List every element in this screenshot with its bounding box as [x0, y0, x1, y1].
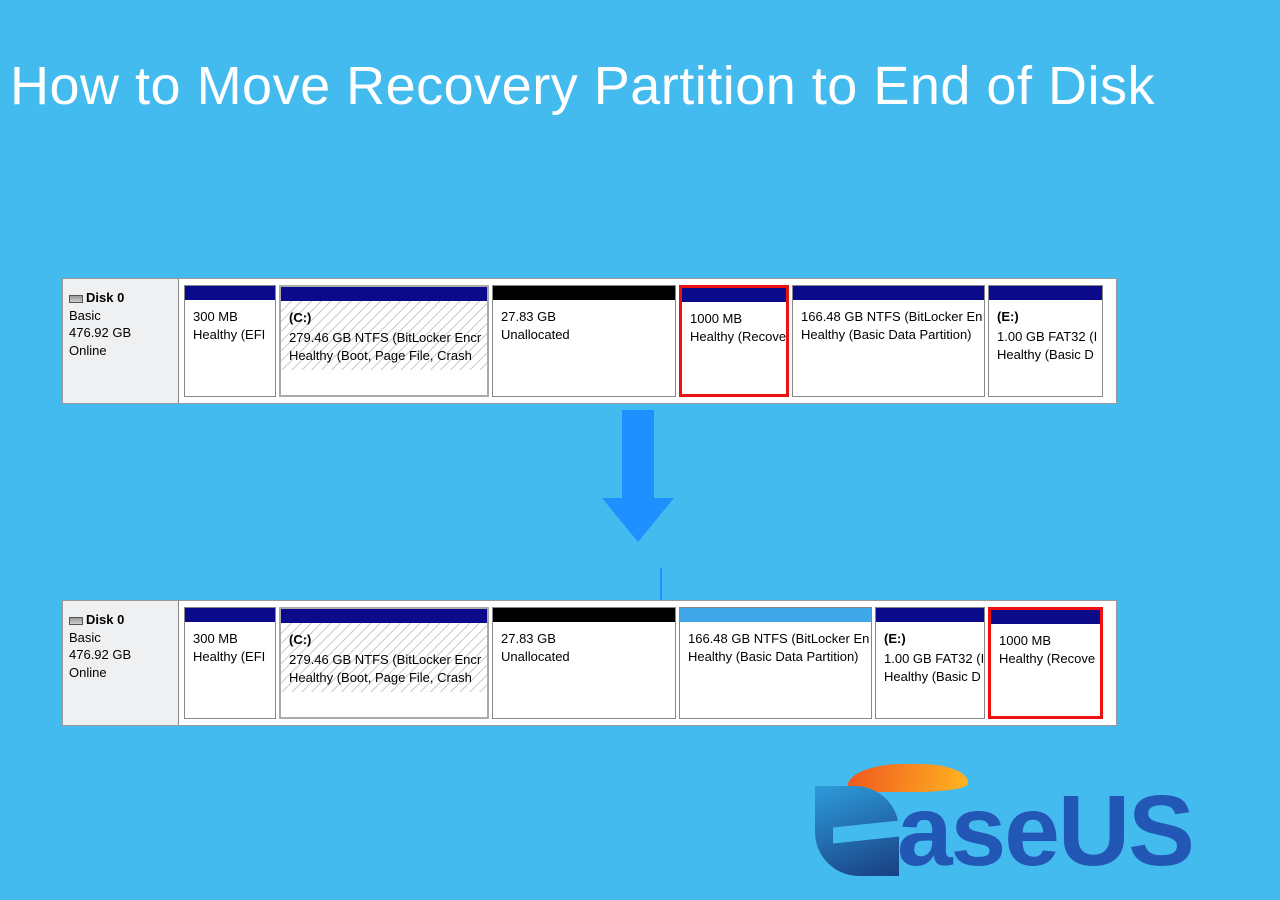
partition-color-bar — [989, 286, 1102, 300]
logo-text: aseUS — [897, 774, 1193, 889]
partition-block[interactable]: 27.83 GBUnallocated — [492, 285, 676, 397]
disk-panel-after: Disk 0 Basic 476.92 GB Online 300 MBHeal… — [62, 600, 1117, 726]
disk-type: Basic — [69, 307, 172, 325]
partition-size: 279.46 GB NTFS (BitLocker Encr — [289, 329, 481, 347]
partition-block[interactable]: (E:) 1.00 GB FAT32 (IHealthy (Basic D — [988, 285, 1103, 397]
partition-size: 1000 MB — [690, 310, 780, 328]
partition-status: Healthy (Recove — [690, 328, 780, 346]
partition-color-bar — [185, 286, 275, 300]
partition-info: 166.48 GB NTFS (BitLocker EnHealthy (Bas… — [793, 300, 984, 348]
partition-size: 300 MB — [193, 630, 269, 648]
partition-block[interactable]: 166.48 GB NTFS (BitLocker EnHealthy (Bas… — [679, 607, 872, 719]
partition-size: 166.48 GB NTFS (BitLocker En — [688, 630, 865, 648]
partition-info: 300 MBHealthy (EFI — [185, 300, 275, 348]
partition-status: Healthy (Basic D — [884, 668, 978, 686]
partition-letter: (C:) — [289, 309, 481, 327]
partition-status: Healthy (Basic D — [997, 346, 1096, 364]
disk-header: Disk 0 Basic 476.92 GB Online — [63, 601, 179, 725]
partition-status: Healthy (EFI — [193, 326, 269, 344]
partition-block[interactable]: 1000 MBHealthy (Recove — [679, 285, 789, 397]
partition-letter: (C:) — [289, 631, 481, 649]
partition-status: Healthy (Boot, Page File, Crash — [289, 669, 481, 687]
partition-info: 27.83 GBUnallocated — [493, 622, 675, 670]
disk-size: 476.92 GB — [69, 646, 172, 664]
partition-status: Healthy (Basic Data Partition) — [688, 648, 865, 666]
partition-block[interactable]: (E:) 1.00 GB FAT32 (IHealthy (Basic D — [875, 607, 985, 719]
partition-color-bar — [876, 608, 984, 622]
partition-track-before: 300 MBHealthy (EFI (C:) 279.46 GB NTFS (Bi… — [179, 285, 1110, 397]
divider-line — [660, 568, 662, 604]
partition-status: Healthy (EFI — [193, 648, 269, 666]
partition-info: (E:) 1.00 GB FAT32 (IHealthy (Basic D — [876, 622, 984, 691]
partition-size: 27.83 GB — [501, 630, 669, 648]
partition-block[interactable]: 27.83 GBUnallocated — [492, 607, 676, 719]
partition-block[interactable]: 300 MBHealthy (EFI — [184, 607, 276, 719]
disk-icon — [69, 295, 83, 303]
partition-color-bar — [281, 287, 487, 301]
disk-label: Disk 0 — [86, 612, 124, 627]
down-arrow-icon — [606, 410, 670, 550]
disk-panel-before: Disk 0 Basic 476.92 GB Online 300 MBHeal… — [62, 278, 1117, 404]
partition-track-after: 300 MBHealthy (EFI (C:) 279.46 GB NTFS (Bi… — [179, 607, 1110, 719]
partition-block[interactable]: (C:) 279.46 GB NTFS (BitLocker EncrHealth… — [279, 285, 489, 397]
partition-color-bar — [281, 609, 487, 623]
partition-size: 166.48 GB NTFS (BitLocker En — [801, 308, 978, 326]
partition-size: 1.00 GB FAT32 (I — [997, 328, 1096, 346]
disk-label: Disk 0 — [86, 290, 124, 305]
partition-color-bar — [793, 286, 984, 300]
partition-size: 1000 MB — [999, 632, 1094, 650]
partition-color-bar — [991, 610, 1100, 624]
logo-e-icon — [815, 786, 899, 876]
partition-info: (C:) 279.46 GB NTFS (BitLocker EncrHealth… — [281, 301, 487, 370]
partition-block[interactable]: 166.48 GB NTFS (BitLocker EnHealthy (Bas… — [792, 285, 985, 397]
disk-header: Disk 0 Basic 476.92 GB Online — [63, 279, 179, 403]
partition-color-bar — [680, 608, 871, 622]
disk-status: Online — [69, 342, 172, 360]
disk-type: Basic — [69, 629, 172, 647]
partition-color-bar — [493, 286, 675, 300]
partition-block[interactable]: 1000 MBHealthy (Recove — [988, 607, 1103, 719]
page-title: How to Move Recovery Partition to End of… — [0, 0, 1280, 117]
partition-info: (E:) 1.00 GB FAT32 (IHealthy (Basic D — [989, 300, 1102, 369]
partition-status: Healthy (Boot, Page File, Crash — [289, 347, 481, 365]
partition-color-bar — [185, 608, 275, 622]
partition-block[interactable]: (C:) 279.46 GB NTFS (BitLocker EncrHealth… — [279, 607, 489, 719]
partition-color-bar — [493, 608, 675, 622]
partition-info: 166.48 GB NTFS (BitLocker EnHealthy (Bas… — [680, 622, 871, 670]
partition-size: 300 MB — [193, 308, 269, 326]
disk-size: 476.92 GB — [69, 324, 172, 342]
disk-icon — [69, 617, 83, 625]
partition-letter: (E:) — [997, 308, 1096, 326]
partition-size: 27.83 GB — [501, 308, 669, 326]
easeus-logo: aseUS — [815, 756, 1275, 896]
partition-info: 1000 MBHealthy (Recove — [682, 302, 786, 350]
partition-info: (C:) 279.46 GB NTFS (BitLocker EncrHealth… — [281, 623, 487, 692]
partition-status: Unallocated — [501, 648, 669, 666]
partition-info: 27.83 GBUnallocated — [493, 300, 675, 348]
partition-info: 1000 MBHealthy (Recove — [991, 624, 1100, 672]
partition-letter: (E:) — [884, 630, 978, 648]
partition-color-bar — [682, 288, 786, 302]
partition-status: Healthy (Basic Data Partition) — [801, 326, 978, 344]
partition-size: 1.00 GB FAT32 (I — [884, 650, 978, 668]
partition-status: Unallocated — [501, 326, 669, 344]
disk-status: Online — [69, 664, 172, 682]
partition-block[interactable]: 300 MBHealthy (EFI — [184, 285, 276, 397]
partition-size: 279.46 GB NTFS (BitLocker Encr — [289, 651, 481, 669]
partition-status: Healthy (Recove — [999, 650, 1094, 668]
partition-info: 300 MBHealthy (EFI — [185, 622, 275, 670]
